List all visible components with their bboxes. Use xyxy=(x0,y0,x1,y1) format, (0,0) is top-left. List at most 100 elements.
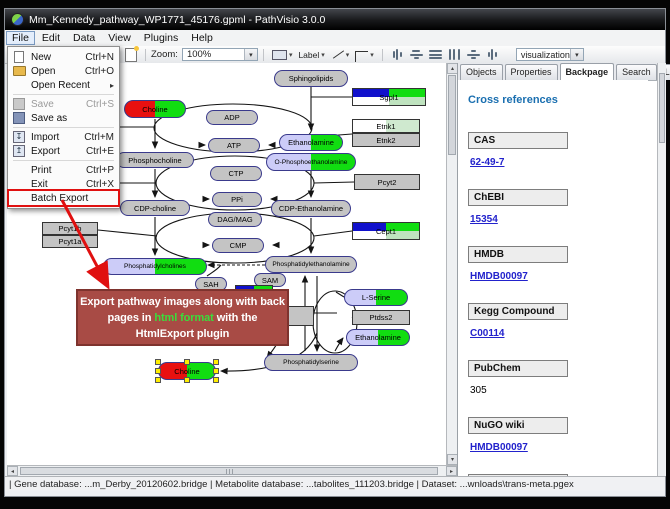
backpage-link[interactable]: HMDB00097 xyxy=(470,442,648,453)
node-o-phosphoethanolamine[interactable]: O-Phosphoethanolamine xyxy=(266,153,356,171)
node-pcyt2[interactable]: Pcyt2 xyxy=(354,174,420,190)
connector-tool-button[interactable]: ▾ xyxy=(353,48,376,62)
selection-handle[interactable] xyxy=(213,377,219,383)
file-menu-export[interactable]: ↥ Export Ctrl+E xyxy=(9,144,118,158)
menu-edit[interactable]: Edit xyxy=(36,31,66,45)
callout-line2-pre: pages in xyxy=(108,312,155,324)
file-menu: New Ctrl+N Open Ctrl+O Open Recent ▸ Sav… xyxy=(7,46,120,209)
node-choline[interactable]: Choline xyxy=(124,100,186,118)
callout-highlight: html format xyxy=(154,312,213,324)
zoom-label: Zoom: xyxy=(151,49,178,60)
node-ppi[interactable]: PPi xyxy=(212,192,262,207)
node-phosphatidylserine[interactable]: Phosphatidylserine xyxy=(264,354,358,371)
node-ptdss2[interactable]: Ptdss2 xyxy=(352,310,410,325)
file-menu-print[interactable]: Print Ctrl+P xyxy=(9,163,118,177)
scrollbar-thumb[interactable] xyxy=(659,73,665,143)
chevron-down-icon[interactable]: ▾ xyxy=(346,51,350,59)
common-height-button[interactable] xyxy=(446,48,463,62)
node-dag-mag[interactable]: DAG/MAG xyxy=(208,212,262,227)
node-etnk1[interactable]: Etnk1 xyxy=(352,119,420,133)
distribute-vertical-button[interactable] xyxy=(484,48,501,62)
selection-handle[interactable] xyxy=(184,359,190,365)
selection-handle[interactable] xyxy=(213,368,219,374)
tab-backpage[interactable]: Backpage xyxy=(560,63,615,80)
scroll-right-icon[interactable]: ▸ xyxy=(446,466,457,476)
node-ethanolamine[interactable]: Ethanolamine xyxy=(279,134,343,151)
menu-data[interactable]: Data xyxy=(67,31,101,45)
file-menu-exit[interactable]: Exit Ctrl+X xyxy=(9,177,118,191)
new-file-button[interactable] xyxy=(123,48,139,62)
node-cept1[interactable]: Cept1 xyxy=(352,222,420,240)
node-atp[interactable]: ATP xyxy=(208,138,260,153)
visualization-value: visualization xyxy=(521,50,570,60)
chevron-down-icon[interactable]: ▾ xyxy=(570,49,583,60)
node-sgpl1[interactable]: Sgpl1 xyxy=(352,88,426,106)
backpage-link[interactable]: 62-49-7 xyxy=(470,157,648,168)
file-menu-save-as[interactable]: Save as xyxy=(9,111,118,125)
node-phosphatidylethanolamine[interactable]: Phosphatidylethanolamine xyxy=(265,256,357,273)
canvas-vertical-scrollbar[interactable]: ▴ ▾ xyxy=(446,63,457,465)
node-etnk2[interactable]: Etnk2 xyxy=(352,133,420,147)
chevron-down-icon[interactable]: ▾ xyxy=(321,51,325,59)
line-tool-button[interactable]: ▾ xyxy=(329,48,352,62)
selection-handle[interactable] xyxy=(184,377,190,383)
common-width-button[interactable] xyxy=(427,48,444,62)
file-menu-open-recent[interactable]: Open Recent ▸ xyxy=(9,78,118,92)
node-phosphocholine[interactable]: Phosphocholine xyxy=(116,152,194,168)
node-ctp[interactable]: CTP xyxy=(210,166,262,181)
node-adp[interactable]: ADP xyxy=(206,110,258,125)
menu-plugins[interactable]: Plugins xyxy=(138,31,184,45)
callout-line3: HtmlExport plugin xyxy=(136,328,230,340)
node-pcyt1b[interactable]: Pcyt1b xyxy=(42,222,98,235)
file-menu-import[interactable]: ↧ Import Ctrl+M xyxy=(9,130,118,144)
status-text: | Gene database: ...m_Derby_20120602.bri… xyxy=(9,479,574,490)
canvas-horizontal-scrollbar[interactable]: ◂ ▸ xyxy=(7,465,457,476)
align-middle-button[interactable] xyxy=(408,48,425,62)
node-pcyt1a[interactable]: Pcyt1a xyxy=(42,235,98,248)
scrollbar-thumb[interactable] xyxy=(448,75,456,155)
import-icon: ↧ xyxy=(12,131,26,143)
datanode-tool-button[interactable]: ▾ xyxy=(270,48,295,62)
node-l-serine[interactable]: L-Serine xyxy=(344,289,408,306)
menu-help[interactable]: Help xyxy=(185,31,219,45)
window-title: Mm_Kennedy_pathway_WP1771_45176.gpml - P… xyxy=(29,14,325,26)
file-menu-batch-export[interactable]: Batch Export xyxy=(9,191,118,205)
node-cmp[interactable]: CMP xyxy=(212,238,264,253)
backpage-section-header: CAS xyxy=(468,132,568,149)
new-file-icon xyxy=(12,51,26,63)
pathvisio-logo-icon xyxy=(11,13,24,26)
file-menu-open[interactable]: Open Ctrl+O xyxy=(9,64,118,78)
label-tool-button[interactable]: Label▾ xyxy=(296,48,326,62)
selection-handle[interactable] xyxy=(155,377,161,383)
distribute-horizontal-button[interactable] xyxy=(465,48,482,62)
backpage-link[interactable]: C00114 xyxy=(470,328,648,339)
chevron-down-icon[interactable]: ▾ xyxy=(289,51,293,59)
chevron-down-icon[interactable]: ▾ xyxy=(370,51,374,59)
scrollbar-thumb[interactable] xyxy=(20,467,438,475)
blank-icon xyxy=(12,79,26,91)
visualization-combobox[interactable]: visualization ▾ xyxy=(516,48,584,61)
selection-handle[interactable] xyxy=(155,368,161,374)
tab-search[interactable]: Search xyxy=(616,64,657,80)
align-center-icon xyxy=(391,49,404,60)
menu-file[interactable]: File xyxy=(6,31,35,45)
menu-view[interactable]: View xyxy=(102,31,137,45)
open-folder-icon xyxy=(12,65,26,77)
selection-handle[interactable] xyxy=(155,359,161,365)
node-ethanolamine-bottom[interactable]: Ethanolamine xyxy=(346,329,410,346)
node-phosphatidylcholines[interactable]: Phosphatidylcholines xyxy=(103,258,207,275)
node-cdp-ethanolamine[interactable]: CDP-Ethanolamine xyxy=(271,200,351,217)
backpage-link[interactable]: 15354 xyxy=(470,214,648,225)
tab-properties[interactable]: Properties xyxy=(505,64,558,80)
panel-vertical-scrollbar[interactable] xyxy=(657,63,666,476)
zoom-combobox[interactable]: 100% ▾ xyxy=(182,48,258,61)
file-menu-new[interactable]: New Ctrl+N xyxy=(9,50,118,64)
node-cdp-choline[interactable]: CDP-choline xyxy=(120,200,190,216)
chevron-down-icon[interactable]: ▾ xyxy=(244,49,257,60)
selection-handle[interactable] xyxy=(213,359,219,365)
tab-objects[interactable]: Objects xyxy=(460,64,503,80)
scroll-left-icon[interactable]: ◂ xyxy=(7,466,18,476)
align-center-button[interactable] xyxy=(389,48,406,62)
node-sphingolipids[interactable]: Sphingolipids xyxy=(274,70,348,87)
backpage-link[interactable]: HMDB00097 xyxy=(470,271,648,282)
